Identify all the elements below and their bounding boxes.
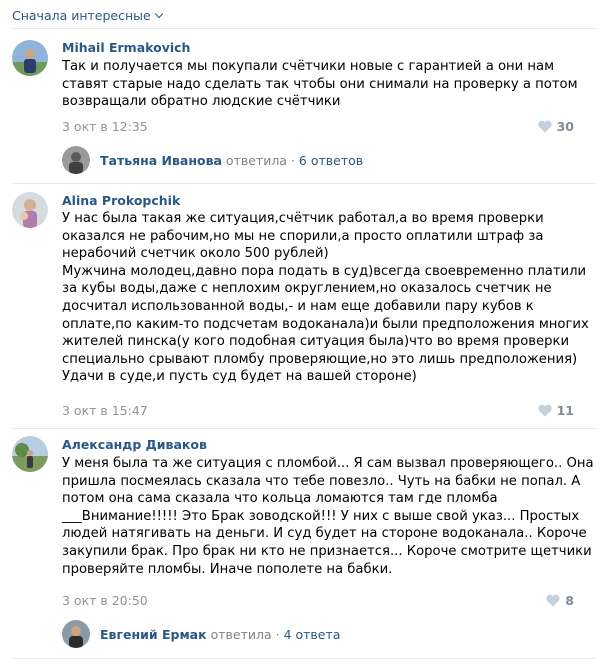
comment-author[interactable]: Mihail Ermakovich — [62, 40, 190, 55]
reply-count[interactable]: 6 ответов — [299, 153, 363, 168]
comment-line: людей натягивать на деньги. И суд будет … — [62, 526, 587, 542]
reply-verb: ответила — [210, 627, 272, 642]
comment-line: пришла посмеялась сказала что тебе повез… — [62, 473, 581, 489]
comment-line: Так и получается мы покупали счётчики но… — [62, 59, 555, 74]
reply-separator: · — [290, 153, 295, 168]
avatar-mihail-ermakovich[interactable] — [12, 40, 48, 76]
comment-author[interactable]: Alina Prokopchik — [62, 193, 180, 208]
comment-date[interactable]: 3 окт в 15:47 — [62, 403, 148, 418]
comment-line: за кубы воды,даже с неплохим округлением… — [62, 281, 552, 297]
reply-verb: ответила — [225, 153, 287, 168]
comment-date[interactable]: 3 окт в 20:50 — [62, 593, 148, 608]
comment-line: потом она сама сказала что кольца ломают… — [62, 491, 498, 507]
comment-line: закупили брак. Про брак ни кто не призна… — [62, 543, 592, 559]
sort-dropdown[interactable]: Сначала интересные — [12, 8, 163, 23]
comment-line: ставят старые надо сделать так чтобы они… — [62, 76, 578, 92]
comment-text: Так и получается мы покупали счётчики но… — [62, 58, 578, 111]
comment-line: жителей пинска(у кого подобная ситуация … — [62, 334, 570, 350]
reply-author[interactable]: Евгений Ермак — [100, 627, 207, 642]
comment-date[interactable]: 3 окт в 12:35 — [62, 119, 148, 134]
divider — [12, 428, 596, 429]
comment-line: оплате,по каким-то подсчетам водоканала)… — [62, 316, 589, 332]
avatar-aleksandr-divakov[interactable] — [12, 436, 48, 472]
like-count: 11 — [556, 403, 574, 418]
like-count: 8 — [565, 593, 574, 608]
sort-label: Сначала интересные — [12, 8, 151, 23]
comment-line: У меня была та же ситуация с пломбой... … — [62, 456, 594, 471]
comment-line: У нас была такая же ситуация,счётчик раб… — [62, 211, 544, 226]
comment-line: проверяйте пломбы. Иначе пополете на баб… — [62, 561, 393, 577]
replies-link[interactable]: Евгений Ермак ответила · 4 ответа — [100, 627, 340, 642]
heart-icon — [537, 120, 552, 133]
comment-line: возвращали обратно людские счётчики — [62, 94, 341, 110]
like-button[interactable]: 30 — [537, 119, 574, 134]
divider — [12, 658, 596, 659]
like-button[interactable]: 11 — [537, 403, 574, 418]
replies-link[interactable]: Татьяна Иванова ответила · 6 ответов — [100, 153, 363, 168]
avatar-alina-prokopchik[interactable] — [12, 192, 48, 228]
comment-line: досчитал использованной воды,- и нам еще… — [62, 298, 534, 314]
like-count: 30 — [556, 119, 574, 134]
like-button[interactable]: 8 — [546, 593, 574, 608]
comment-line: оказался не рабочим,но мы не спорили,а п… — [62, 228, 544, 244]
comment-line: Мужчина молодец,давно пора подать в суд)… — [62, 263, 587, 279]
chevron-down-icon — [154, 9, 163, 19]
comment-author[interactable]: Александр Диваков — [62, 437, 207, 452]
comment-text: У нас была такая же ситуация,счётчик раб… — [62, 210, 589, 386]
heart-icon — [546, 594, 560, 607]
reply-count[interactable]: 4 ответа — [284, 627, 341, 642]
comment-text: У меня была та же ситуация с пломбой... … — [62, 455, 594, 578]
comment-line: нерабочий счетчик около 500 рублей) — [62, 246, 329, 262]
reply-author[interactable]: Татьяна Иванова — [100, 153, 222, 168]
comment-line: Удачи в суде,и пусть суд будет на вашей … — [62, 369, 417, 385]
divider — [12, 183, 596, 184]
reply-separator: · — [275, 627, 280, 642]
avatar-evgeny-ermak[interactable] — [62, 620, 90, 648]
divider — [12, 28, 596, 29]
avatar-tatiana-ivanova[interactable] — [62, 146, 90, 174]
comment-line: ___Внимание!!!!! Это Брак зоводской!!! У… — [62, 508, 580, 524]
comment-line: специально срывают пломбу проверяющие,но… — [62, 351, 578, 367]
heart-icon — [537, 404, 552, 417]
